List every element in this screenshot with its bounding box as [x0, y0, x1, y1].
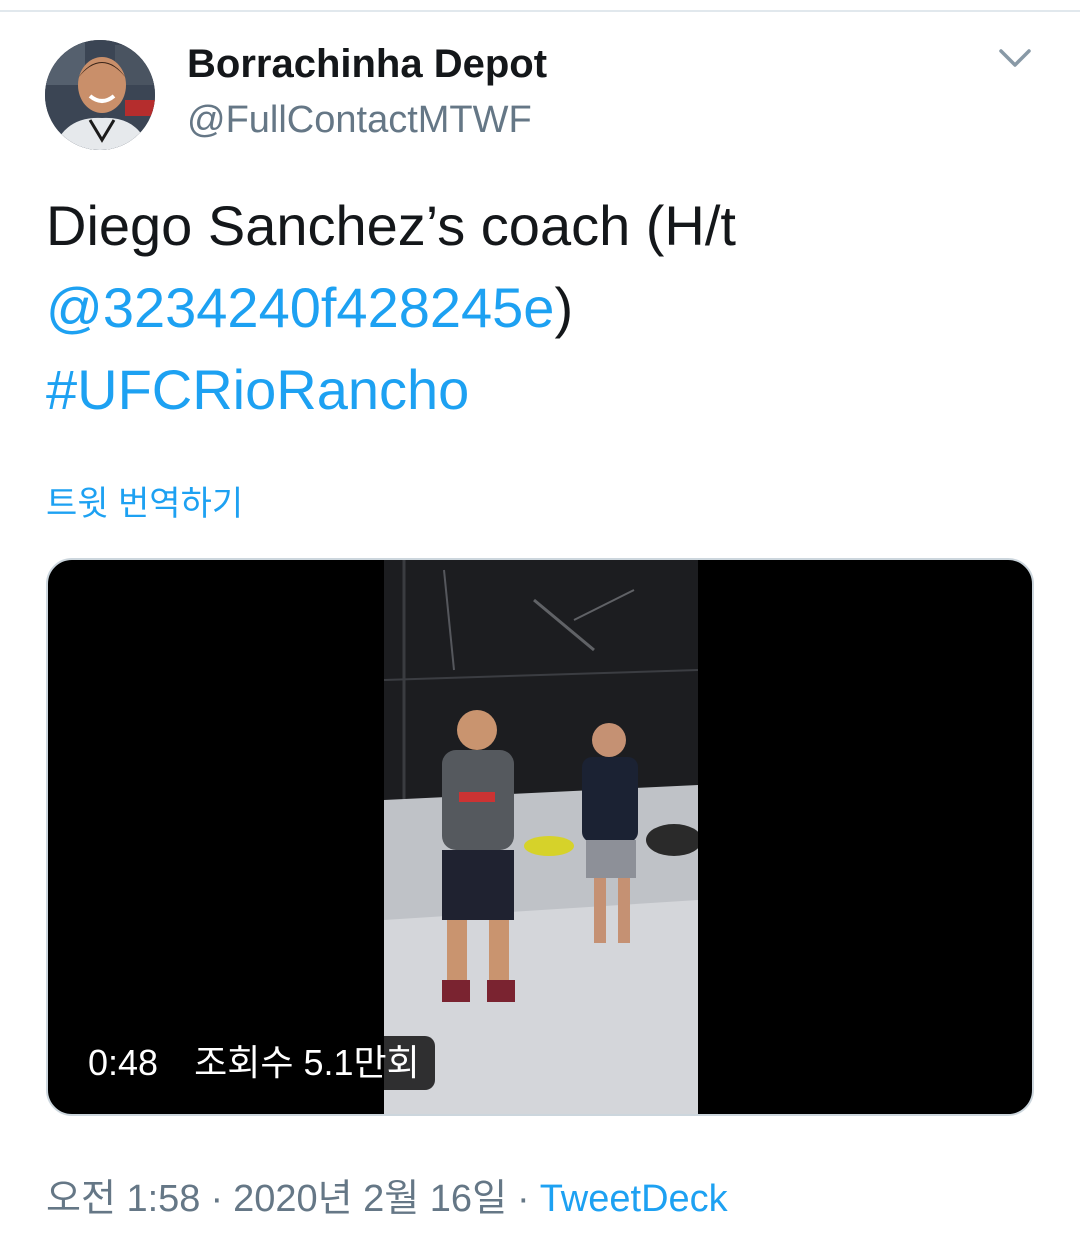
- tweet-menu-button[interactable]: [990, 40, 1040, 80]
- mention-link[interactable]: @3234240f428245e: [46, 276, 554, 339]
- video-badges: 0:48 조회수 5.1만회: [73, 1036, 435, 1090]
- tweet-text: Diego Sanchez’s coach (H/t @3234240f4282…: [46, 185, 1036, 431]
- tweet-source-link[interactable]: TweetDeck: [540, 1178, 728, 1220]
- top-divider: [0, 10, 1080, 12]
- hashtag-link[interactable]: #UFCRioRancho: [46, 349, 1036, 431]
- tweet-time[interactable]: 오전 1:58: [46, 1178, 200, 1220]
- video-player[interactable]: 0:48 조회수 5.1만회: [46, 558, 1034, 1116]
- mention-suffix: ): [554, 276, 574, 339]
- user-avatar[interactable]: [45, 40, 155, 150]
- tweet-text-line: Diego Sanchez’s coach (H/t: [46, 194, 736, 257]
- video-thumbnail: [384, 560, 698, 1114]
- video-views-badge: 조회수 5.1만회: [179, 1036, 435, 1090]
- tweet-mention-line: @3234240f428245e): [46, 267, 1036, 349]
- user-handle[interactable]: @FullContactMTWF: [187, 97, 532, 143]
- translate-tweet-link[interactable]: 트윗 번역하기: [46, 482, 243, 526]
- chevron-down-icon: [999, 49, 1031, 67]
- video-duration-badge: 0:48: [73, 1036, 174, 1090]
- user-avatar-icon: [45, 40, 155, 150]
- display-name[interactable]: Borrachinha Depot: [187, 40, 547, 88]
- meta-separator: ·: [210, 1178, 224, 1220]
- tweet-date[interactable]: 2020년 2월 16일: [233, 1178, 507, 1220]
- meta-separator: ·: [517, 1178, 530, 1220]
- tweet-meta: 오전 1:58 · 2020년 2월 16일 · TweetDeck: [46, 1174, 728, 1224]
